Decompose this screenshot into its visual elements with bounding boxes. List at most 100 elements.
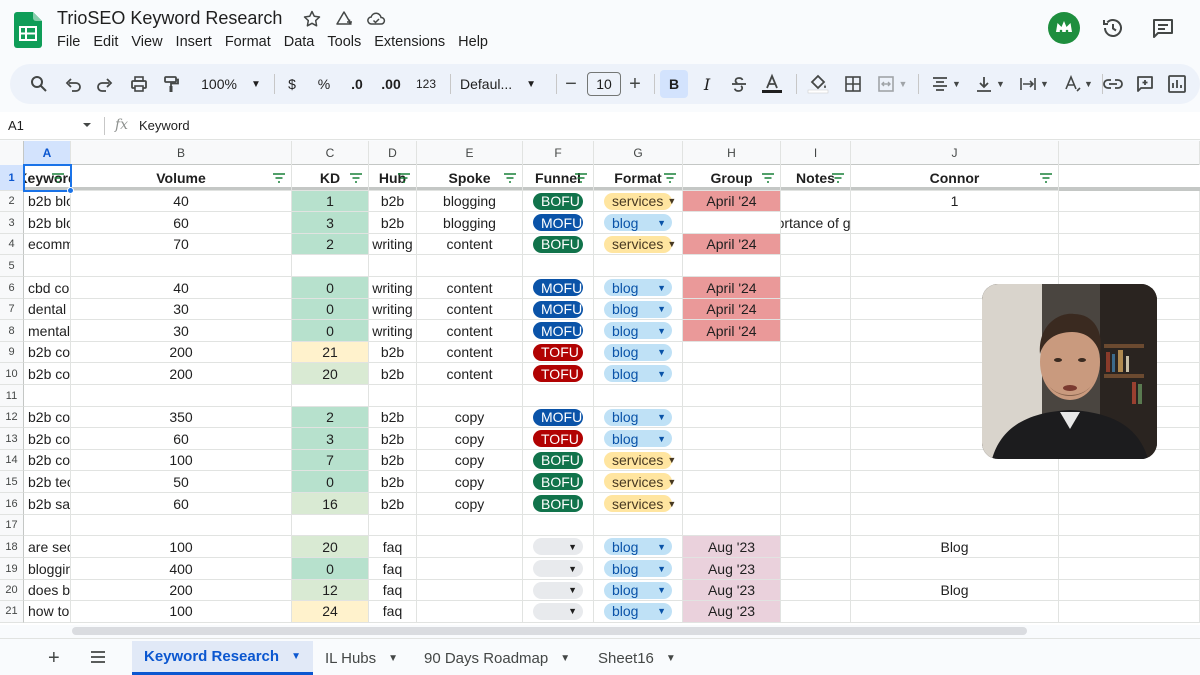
cell-notes[interactable]: [781, 471, 851, 493]
cell-notes[interactable]: [781, 342, 851, 363]
cell-volume[interactable]: [71, 385, 292, 407]
column-header-e[interactable]: E: [417, 141, 523, 165]
filter-icon[interactable]: [831, 172, 845, 184]
cell-funnel[interactable]: MOFU▼: [523, 277, 594, 299]
cell-funnel[interactable]: TOFU ▼: [523, 428, 594, 450]
chevron-down-icon[interactable]: [82, 121, 92, 129]
cell-spoke[interactable]: [417, 536, 523, 558]
cell-hub[interactable]: faq: [369, 536, 417, 558]
fill-color-button[interactable]: [804, 64, 832, 104]
cell-funnel[interactable]: BOFU ▼: [523, 191, 594, 212]
cell-funnel[interactable]: ▼: [523, 558, 594, 580]
cell-hub[interactable]: faq: [369, 558, 417, 580]
account-avatar[interactable]: [1048, 12, 1080, 44]
cell-blank[interactable]: [1059, 255, 1200, 277]
cell-connor[interactable]: [851, 601, 1059, 623]
filter-icon[interactable]: [349, 172, 363, 184]
menu-edit[interactable]: Edit: [93, 34, 124, 50]
row-header-15[interactable]: 15: [0, 471, 24, 493]
cell-funnel[interactable]: [523, 385, 594, 407]
format-dropdown-chip[interactable]: blog ▼: [604, 560, 672, 577]
cell-keyword[interactable]: [24, 385, 71, 407]
cell-notes[interactable]: [781, 580, 851, 601]
cell-group[interactable]: Aug '23: [683, 601, 781, 623]
funnel-dropdown-chip[interactable]: TOFU ▼: [533, 343, 592, 361]
fill-handle[interactable]: [67, 187, 74, 194]
cell-keyword[interactable]: b2b saas copywriter: [24, 493, 71, 515]
currency-format-button[interactable]: $: [282, 64, 302, 104]
cell-kd[interactable]: [292, 515, 369, 536]
cell-kd[interactable]: 20: [292, 363, 369, 385]
insert-link-button[interactable]: [1100, 64, 1126, 104]
cell-group[interactable]: [683, 407, 781, 428]
row-header-18[interactable]: 18: [0, 536, 24, 558]
cell-format[interactable]: blog ▼: [594, 277, 683, 299]
column-header-i[interactable]: I: [781, 141, 851, 165]
cell-keyword[interactable]: how to choose a seo company: [24, 601, 71, 623]
cell-spoke[interactable]: [417, 515, 523, 536]
increase-decimal-button[interactable]: .00: [376, 64, 406, 104]
cell-volume[interactable]: 200: [71, 580, 292, 601]
cell-notes[interactable]: [781, 234, 851, 255]
row-header-16[interactable]: 16: [0, 493, 24, 515]
menu-insert[interactable]: Insert: [176, 34, 218, 50]
funnel-dropdown-chip[interactable]: TOFU ▼: [533, 430, 592, 447]
format-dropdown-chip[interactable]: services ▼: [604, 495, 676, 512]
column-header-g[interactable]: G: [594, 141, 683, 165]
cell-connor[interactable]: [851, 493, 1059, 515]
cell-kd[interactable]: [292, 255, 369, 277]
cell-kd[interactable]: 2: [292, 234, 369, 255]
cell-hub[interactable]: [369, 515, 417, 536]
cell-spoke[interactable]: [417, 580, 523, 601]
filter-icon[interactable]: [272, 172, 286, 184]
row-header-4[interactable]: 4: [0, 234, 24, 255]
cell-hub[interactable]: b2b: [369, 493, 417, 515]
cell-kd[interactable]: 16: [292, 493, 369, 515]
cell-notes[interactable]: [781, 558, 851, 580]
cell-funnel[interactable]: MOFU▼: [523, 407, 594, 428]
cell-keyword[interactable]: b2b technology copywriter: [24, 471, 71, 493]
strikethrough-button[interactable]: [726, 64, 752, 104]
filter-icon[interactable]: [1039, 172, 1053, 184]
chevron-down-icon[interactable]: ▼: [291, 651, 301, 662]
cell-format[interactable]: [594, 515, 683, 536]
more-formats-button[interactable]: 123: [412, 64, 440, 104]
cell-volume[interactable]: 40: [71, 191, 292, 212]
funnel-dropdown-chip[interactable]: MOFU▼: [533, 322, 593, 339]
cell-format[interactable]: blog ▼: [594, 342, 683, 363]
cell-funnel[interactable]: MOFU▼: [523, 320, 594, 342]
cell-group[interactable]: April '24: [683, 277, 781, 299]
cell-hub[interactable]: writing: [369, 320, 417, 342]
cell-spoke[interactable]: content: [417, 320, 523, 342]
cell-spoke[interactable]: [417, 558, 523, 580]
cell-spoke[interactable]: [417, 385, 523, 407]
header-cell-volume[interactable]: Volume: [71, 165, 292, 191]
font-size-field[interactable]: 10: [586, 64, 622, 104]
cell-group[interactable]: [683, 385, 781, 407]
name-box[interactable]: A1: [8, 118, 24, 133]
cell-format[interactable]: [594, 255, 683, 277]
row-header-6[interactable]: 6: [0, 277, 24, 299]
row-header-7[interactable]: 7: [0, 299, 24, 320]
cell-volume[interactable]: 30: [71, 299, 292, 320]
vertical-align-button[interactable]: ▼: [968, 64, 1012, 104]
cell-spoke[interactable]: content: [417, 299, 523, 320]
cell-blank[interactable]: [1059, 580, 1200, 601]
cell-keyword[interactable]: b2b blogging services: [24, 191, 71, 212]
decrease-decimal-button[interactable]: .0: [344, 64, 370, 104]
cell-blank[interactable]: [1059, 212, 1200, 234]
cell-funnel[interactable]: TOFU ▼: [523, 342, 594, 363]
cell-spoke[interactable]: copy: [417, 493, 523, 515]
cell-funnel[interactable]: BOFU ▼: [523, 471, 594, 493]
cell-keyword[interactable]: dental content writing: [24, 299, 71, 320]
decrease-font-size-button[interactable]: −: [560, 64, 582, 104]
cell-format[interactable]: blog ▼: [594, 558, 683, 580]
format-dropdown-chip[interactable]: blog ▼: [604, 279, 672, 296]
row-header-10[interactable]: 10: [0, 363, 24, 385]
cell-keyword[interactable]: does blogging help seo: [24, 580, 71, 601]
chevron-down-icon[interactable]: ▼: [388, 653, 398, 664]
cell-format[interactable]: blog ▼: [594, 299, 683, 320]
row-header-8[interactable]: 8: [0, 320, 24, 342]
menu-extensions[interactable]: Extensions: [374, 34, 451, 50]
format-dropdown-chip[interactable]: services ▼: [604, 192, 676, 210]
